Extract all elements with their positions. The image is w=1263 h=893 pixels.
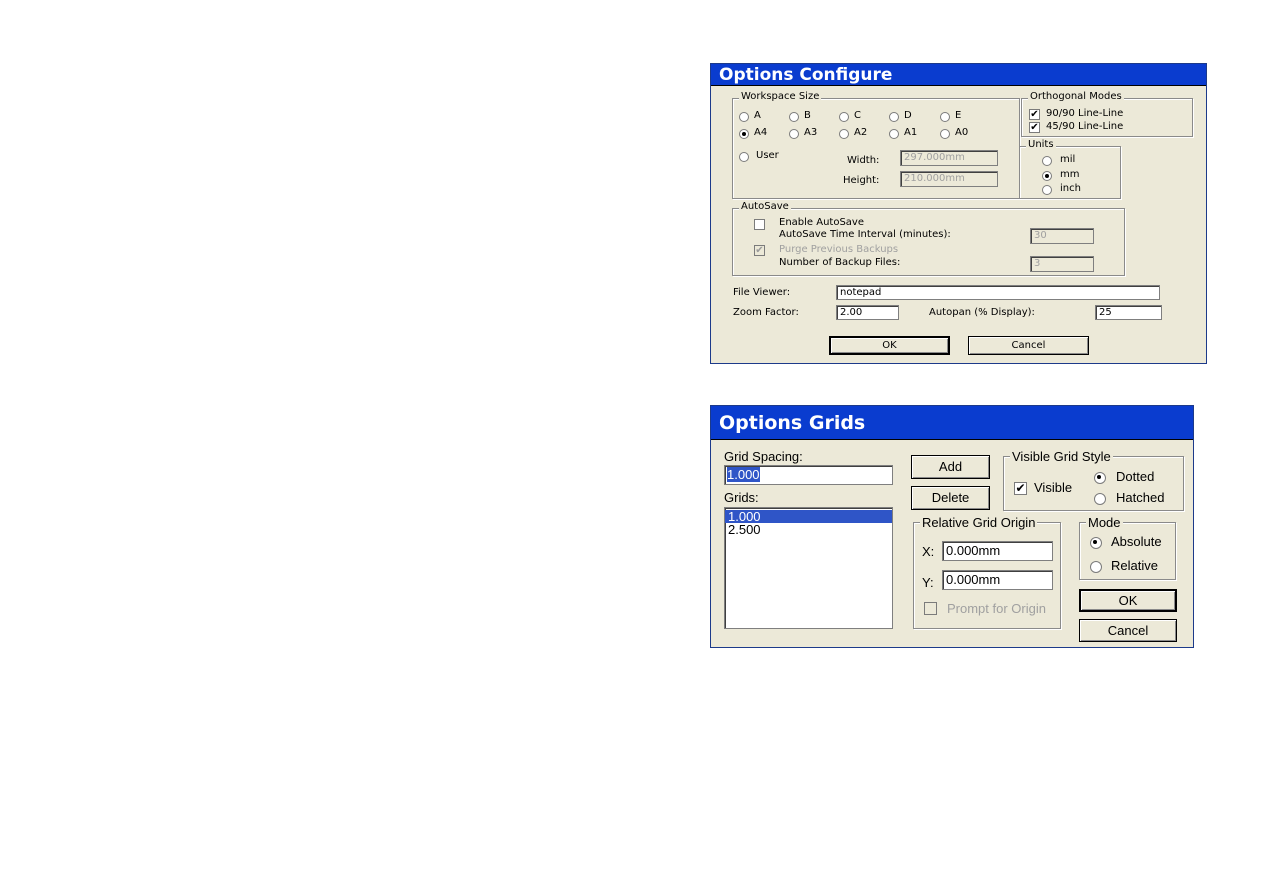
relative-grid-origin-group: Relative Grid Origin X: 0.000mm Y: 0.000… — [913, 515, 1061, 629]
radio-size-e[interactable] — [940, 112, 950, 122]
radio-size-a4-label: A4 — [754, 127, 768, 138]
prompt-origin-label: Prompt for Origin — [947, 601, 1046, 616]
radio-size-a1[interactable] — [889, 129, 899, 139]
radio-hatched-label: Hatched — [1116, 490, 1165, 505]
radio-size-a1-label: A1 — [904, 127, 918, 138]
radio-size-a4[interactable] — [739, 129, 749, 139]
radio-size-b-label: B — [804, 110, 811, 121]
workspace-size-legend: Workspace Size — [739, 91, 822, 102]
grid-spacing-value: 1.000 — [727, 467, 760, 482]
orthogonal-modes-legend: Orthogonal Modes — [1028, 91, 1124, 102]
ortho-90-checkbox[interactable]: ✔ — [1029, 109, 1040, 120]
enable-autosave-checkbox[interactable] — [754, 219, 765, 230]
radio-size-b[interactable] — [789, 112, 799, 122]
radio-size-user[interactable] — [739, 152, 749, 162]
prompt-origin-checkbox[interactable] — [924, 602, 937, 615]
units-legend: Units — [1026, 139, 1056, 150]
grid-spacing-label: Grid Spacing: — [724, 449, 803, 464]
ortho-45-label: 45/90 Line-Line — [1046, 121, 1124, 132]
radio-size-a[interactable] — [739, 112, 749, 122]
zoom-factor-field[interactable]: 2.00 — [836, 305, 899, 320]
height-label: Height: — [843, 175, 880, 186]
grids-title: Options Grids — [719, 412, 866, 434]
radio-unit-mm-label: mm — [1060, 169, 1080, 180]
configure-cancel-button[interactable]: Cancel — [968, 336, 1089, 355]
origin-y-label: Y: — [922, 575, 934, 590]
grids-title-bar[interactable]: Options Grids — [711, 406, 1193, 440]
origin-x-label: X: — [922, 544, 935, 559]
visible-checkbox[interactable]: ✔ — [1014, 482, 1027, 495]
zoom-factor-label: Zoom Factor: — [733, 307, 799, 318]
grids-list-label: Grids: — [724, 490, 759, 505]
width-label: Width: — [847, 155, 880, 166]
radio-dotted-label: Dotted — [1116, 469, 1155, 484]
grids-cancel-button[interactable]: Cancel — [1079, 619, 1177, 642]
relative-grid-origin-legend: Relative Grid Origin — [920, 515, 1038, 530]
configure-title: Options Configure — [719, 65, 893, 85]
orthogonal-modes-group: Orthogonal Modes ✔ 90/90 Line-Line ✔ 45/… — [1021, 91, 1193, 137]
radio-size-a2[interactable] — [839, 129, 849, 139]
options-grids-dialog: Options Grids Grid Spacing: 1.000 Grids:… — [710, 405, 1194, 648]
grid-spacing-input[interactable]: 1.000 — [724, 465, 893, 485]
grids-list-item[interactable]: 2.500 — [725, 523, 892, 536]
radio-hatched[interactable] — [1094, 493, 1106, 505]
units-group: Units mil mm inch — [1019, 139, 1121, 199]
origin-x-input[interactable]: 0.000mm — [942, 541, 1053, 561]
radio-size-a2-label: A2 — [854, 127, 868, 138]
delete-grid-button[interactable]: Delete — [911, 486, 990, 510]
autosave-group: AutoSave Enable AutoSave AutoSave Time I… — [732, 201, 1125, 276]
autosave-legend: AutoSave — [739, 201, 791, 212]
width-field[interactable]: 297.000mm — [900, 150, 998, 166]
radio-size-d-label: D — [904, 110, 912, 121]
radio-size-d[interactable] — [889, 112, 899, 122]
add-grid-button[interactable]: Add — [911, 455, 990, 479]
radio-dotted[interactable] — [1094, 472, 1106, 484]
radio-absolute[interactable] — [1090, 537, 1102, 549]
visible-grid-style-group: Visible Grid Style ✔ Visible Dotted Hatc… — [1003, 449, 1184, 511]
radio-unit-mil-label: mil — [1060, 154, 1076, 165]
purge-backups-label: Purge Previous Backups — [779, 244, 899, 255]
radio-size-a0-label: A0 — [955, 127, 969, 138]
radio-size-a3-label: A3 — [804, 127, 818, 138]
radio-unit-inch[interactable] — [1042, 185, 1052, 195]
visible-label: Visible — [1034, 480, 1073, 495]
file-viewer-label: File Viewer: — [733, 287, 791, 298]
radio-size-c-label: C — [854, 110, 861, 121]
radio-unit-mil[interactable] — [1042, 156, 1052, 166]
radio-relative-label: Relative — [1111, 558, 1158, 573]
radio-absolute-label: Absolute — [1111, 534, 1162, 549]
radio-size-user-label: User — [756, 150, 779, 161]
radio-relative[interactable] — [1090, 561, 1102, 573]
grids-listbox[interactable]: 1.000 2.500 — [724, 507, 893, 629]
autosave-interval-label: AutoSave Time Interval (minutes): — [779, 229, 951, 240]
radio-size-a0[interactable] — [940, 129, 950, 139]
origin-y-input[interactable]: 0.000mm — [942, 570, 1053, 590]
configure-title-bar[interactable]: Options Configure — [711, 64, 1206, 86]
radio-unit-mm[interactable] — [1042, 171, 1052, 181]
visible-grid-style-legend: Visible Grid Style — [1010, 449, 1113, 464]
backup-files-label: Number of Backup Files: — [779, 257, 901, 268]
ortho-45-checkbox[interactable]: ✔ — [1029, 122, 1040, 133]
radio-size-a3[interactable] — [789, 129, 799, 139]
file-viewer-field[interactable]: notepad — [836, 285, 1160, 300]
ortho-90-label: 90/90 Line-Line — [1046, 108, 1124, 119]
enable-autosave-label: Enable AutoSave — [779, 217, 865, 228]
workspace-size-group: Workspace Size A B C D E A4 A3 A2 A1 A0 … — [732, 91, 1020, 199]
backup-files-field[interactable]: 3 — [1030, 256, 1094, 272]
height-field[interactable]: 210.000mm — [900, 171, 998, 187]
autopan-field[interactable]: 25 — [1095, 305, 1162, 320]
radio-size-a-label: A — [754, 110, 761, 121]
radio-size-e-label: E — [955, 110, 962, 121]
mode-legend: Mode — [1086, 515, 1123, 530]
purge-backups-checkbox[interactable]: ✔ — [754, 245, 765, 256]
configure-ok-button[interactable]: OK — [829, 336, 950, 355]
autosave-interval-field[interactable]: 30 — [1030, 228, 1094, 244]
radio-unit-inch-label: inch — [1060, 183, 1081, 194]
radio-size-c[interactable] — [839, 112, 849, 122]
options-configure-dialog: Options Configure Workspace Size A B C D… — [710, 63, 1207, 364]
autopan-label: Autopan (% Display): — [929, 307, 1035, 318]
mode-group: Mode Absolute Relative — [1079, 515, 1176, 580]
grids-ok-button[interactable]: OK — [1079, 589, 1177, 612]
